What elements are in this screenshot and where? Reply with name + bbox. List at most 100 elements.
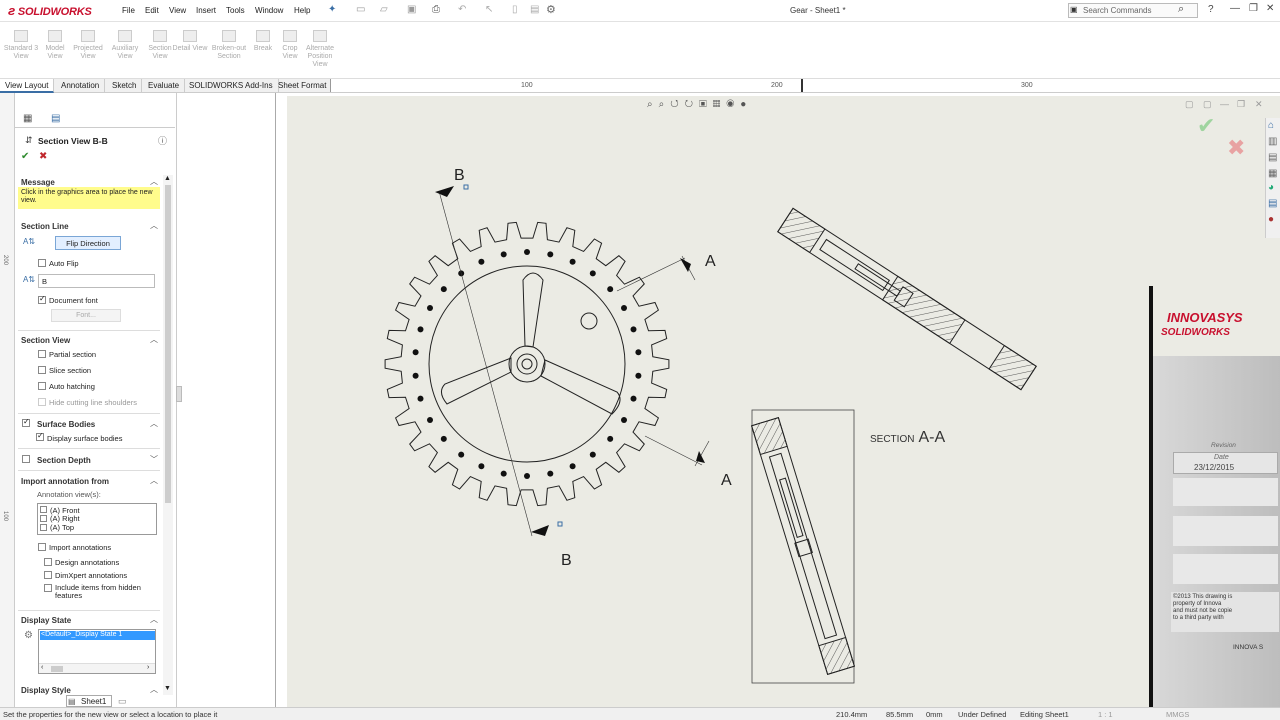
section-label-input[interactable]: B [38,274,155,288]
tab-solidworks-add-ins[interactable]: SOLIDWORKS Add-Ins [184,79,279,93]
surface-bodies-checkbox[interactable] [22,417,30,427]
auxiliary-view-button[interactable]: Auxiliary View [107,30,143,61]
line-handle[interactable] [463,184,469,190]
projected-view-button[interactable]: Projected View [70,30,106,61]
add-sheet-icon[interactable]: ▭ [118,696,127,707]
close-icon[interactable]: ✕ [1266,3,1274,14]
display-state-list[interactable]: <Default>_Display State 1 ‹ › [38,629,156,674]
menu-tools[interactable]: Tools [226,6,245,15]
pin-icon[interactable]: ✦ [328,4,336,15]
scroll-up-icon[interactable]: ▲ [164,175,171,182]
tab-sheet-format[interactable]: Sheet Format [273,79,333,93]
scroll-right-icon[interactable]: › [147,664,149,671]
slice-section-checkbox[interactable] [38,366,46,374]
feature-manager-tab-icon[interactable]: ▦ [23,113,32,124]
panel-splitter[interactable] [176,386,182,402]
view-front-checkbox[interactable] [40,506,47,513]
appearances-icon[interactable]: ◕ [1268,182,1274,193]
display-surface-checkbox[interactable] [36,431,44,441]
restore-icon[interactable]: ❐ [1249,3,1258,14]
auto-flip-checkbox[interactable] [38,259,46,267]
collapse-chevron-icon[interactable]: ︿ [150,614,158,625]
resources-icon[interactable]: ▥ [1268,136,1277,147]
scale-status[interactable]: 1 : 1 [1098,710,1113,719]
options-gear-icon[interactable]: ⚙ [546,3,556,16]
property-manager-tab-icon[interactable]: ▤ [51,113,60,124]
tab-evaluate[interactable]: Evaluate [143,79,186,93]
annotation-views-list[interactable]: (A) Front (A) Right (A) Top [37,503,157,535]
dimxpert-checkbox[interactable] [44,571,52,579]
section-line-a[interactable] [616,257,686,292]
scroll-left-icon[interactable]: ‹ [41,664,43,671]
menu-view[interactable]: View [169,6,186,15]
help-icon[interactable]: ⓘ [158,134,167,147]
collapse-chevron-icon[interactable]: ︿ [150,220,158,231]
ok-check-icon[interactable]: ✔ [21,151,29,162]
minimize-icon[interactable]: — [1230,3,1240,14]
select-icon[interactable]: ↖ [485,4,493,15]
custom-properties-icon[interactable]: ▤ [1268,198,1277,209]
model-view-button[interactable]: Model View [37,30,73,61]
display-state-item[interactable]: <Default>_Display State 1 [40,631,155,640]
design-annotations-checkbox[interactable] [44,558,52,566]
break-button[interactable]: Break [248,30,278,53]
tab-sketch[interactable]: Sketch [107,79,143,93]
view-palette-icon[interactable]: ▦ [1268,168,1277,179]
title-block[interactable]: INNOVASYS SOLIDWORKS Revision Date 23/12… [1149,286,1280,707]
expand-chevron-icon[interactable]: ﹀ [150,454,158,465]
alternate-position-view-button[interactable]: Alternate Position View [302,30,338,69]
gear-drawing-view[interactable] [384,221,670,507]
section-depth-checkbox[interactable] [22,455,30,463]
menu-edit[interactable]: Edit [145,6,159,15]
undo-icon[interactable]: ↶ [458,4,466,15]
print-icon[interactable]: ⎙ [432,4,440,15]
new-file-icon[interactable]: ▭ [356,4,365,15]
open-file-icon[interactable]: ▱ [380,4,388,15]
drawing-canvas[interactable]: B B A A SECTION A-A [287,96,1280,707]
file-explorer-icon[interactable]: ▤ [1268,152,1277,163]
menu-insert[interactable]: Insert [196,6,216,15]
solidworks-logo[interactable]: ƨ SOLIDWORKS [8,3,92,18]
standard-3-view-button[interactable]: Standard 3 View [3,30,39,61]
import-annotations-checkbox[interactable] [38,543,46,551]
list-scrollbar[interactable]: ‹ › [39,663,155,673]
drawing-sheet[interactable]: ⌕⌕↺↻▣▦◉● ▢ ▢ — ❐ ✕ ✔ ✖ B B A A SECTION A… [287,96,1280,707]
flip-direction-button[interactable]: Flip Direction [55,236,121,250]
panel-scrollbar[interactable]: ▲ ▼ [163,175,173,695]
solidworks-forum-icon[interactable]: ● [1268,214,1274,225]
tab-view-layout[interactable]: View Layout [0,79,55,93]
hide-shoulders-checkbox[interactable] [38,398,46,406]
cancel-x-icon[interactable]: ✖ [39,151,47,162]
hidden-items-checkbox[interactable] [44,584,52,592]
search-scope-icon[interactable]: ▣ [1070,5,1078,14]
collapse-chevron-icon[interactable]: ︿ [150,684,158,695]
rebuild-icon[interactable]: ▯ [512,4,518,15]
view-right-checkbox[interactable] [40,515,47,522]
collapse-chevron-icon[interactable]: ︿ [150,334,158,345]
collapse-chevron-icon[interactable]: ︿ [150,475,158,486]
font-button[interactable]: Font... [51,309,121,322]
help-icon[interactable]: ? [1208,4,1214,15]
menu-file[interactable]: File [122,6,135,15]
partial-section-checkbox[interactable] [38,350,46,358]
save-icon[interactable]: ▣ [407,4,416,15]
home-icon[interactable]: ⌂ [1268,120,1274,131]
scroll-thumb[interactable] [51,666,63,672]
crop-view-button[interactable]: Crop View [275,30,305,61]
auto-hatching-checkbox[interactable] [38,382,46,390]
view-top-checkbox[interactable] [40,524,47,531]
file-properties-icon[interactable]: ▤ [530,4,539,15]
scroll-down-icon[interactable]: ▼ [164,685,171,692]
search-icon[interactable]: ⌕ [1178,3,1184,16]
line-handle[interactable] [557,521,563,527]
tab-annotation[interactable]: Annotation [56,79,106,93]
scroll-thumb[interactable] [165,185,171,503]
document-font-checkbox[interactable] [38,294,46,304]
collapse-chevron-icon[interactable]: ︿ [150,418,158,429]
menu-help[interactable]: Help [294,6,310,15]
collapse-chevron-icon[interactable]: ︿ [150,176,158,187]
menu-window[interactable]: Window [255,6,283,15]
section-view-b-preview[interactable] [777,207,1037,391]
broken-out-section-button[interactable]: Broken-out Section [208,30,250,61]
units-status[interactable]: MMGS [1166,710,1189,719]
